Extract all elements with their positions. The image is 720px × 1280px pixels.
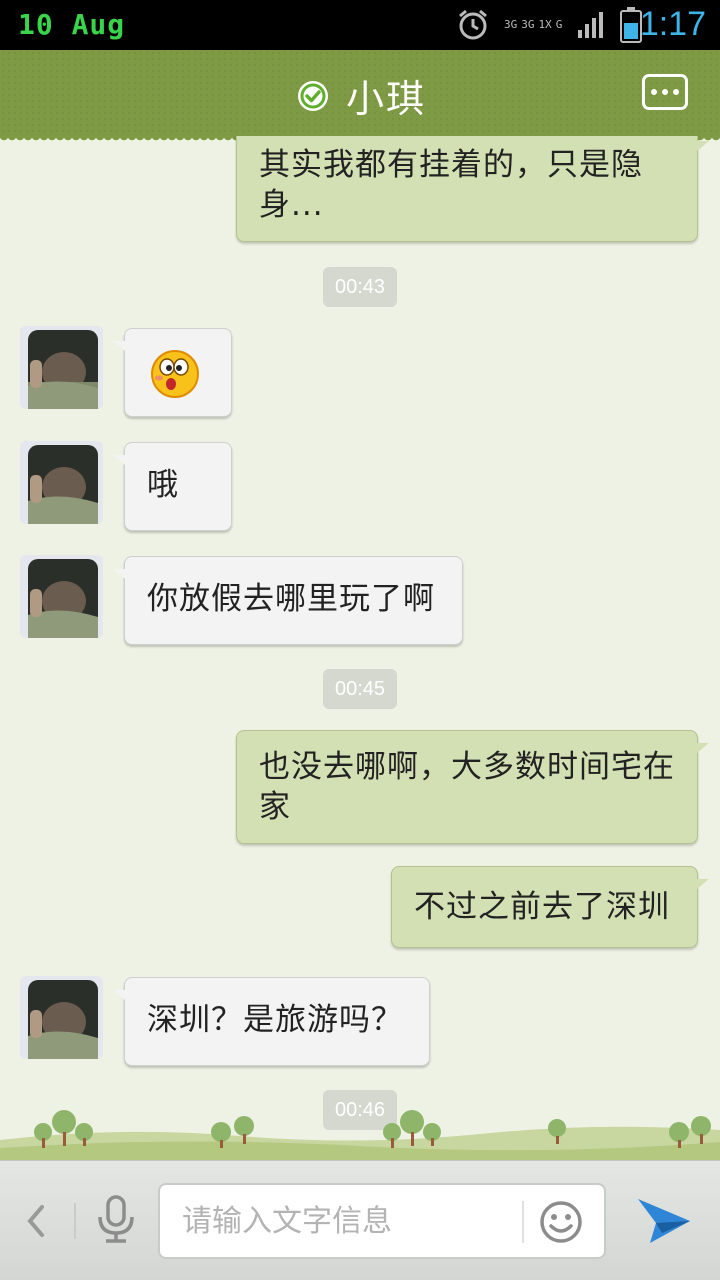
network-label-1: 3G — [504, 18, 518, 31]
message-text: 哦 — [147, 467, 179, 503]
message-text: 不过之前去了深圳 — [414, 889, 670, 925]
avatar-image — [20, 976, 103, 1059]
avatar[interactable] — [20, 441, 103, 524]
message-text: 其实我都有挂着的，只是隐身... — [259, 147, 643, 223]
network-label-4: G — [555, 18, 563, 31]
message-outgoing[interactable]: 不过之前去了深圳 — [391, 866, 709, 948]
status-icons: 3G 3G 1X G — [456, 7, 643, 43]
message-incoming[interactable]: 你放假去哪里玩了啊 — [113, 556, 463, 645]
field-divider — [522, 1201, 524, 1243]
send-icon — [638, 1199, 690, 1243]
avatar[interactable] — [20, 976, 103, 1059]
more-options-icon — [651, 89, 657, 95]
dot — [662, 89, 668, 95]
avatar-image — [20, 441, 103, 524]
network-label-3: 1X — [538, 18, 552, 31]
send-button[interactable] — [636, 1195, 692, 1251]
message-input[interactable] — [182, 1199, 512, 1243]
message-incoming[interactable] — [113, 328, 232, 417]
avatar-image — [20, 326, 103, 409]
message-incoming[interactable]: 深圳？是旅游吗？ — [113, 977, 430, 1066]
time-stamp: 00:43 — [323, 267, 397, 307]
alarm-icon — [459, 9, 487, 40]
avatar-image — [20, 555, 103, 638]
title-wrap: 小琪 — [296, 68, 426, 123]
emoji-button[interactable] — [538, 1199, 584, 1249]
time-stamp: 00:45 — [323, 669, 397, 709]
dot — [673, 89, 679, 95]
page-title: 小琪 — [346, 77, 427, 121]
more-options-button[interactable] — [642, 74, 688, 110]
avatar[interactable] — [20, 326, 103, 409]
status-date: 10 Aug — [18, 8, 126, 41]
message-incoming[interactable]: 哦 — [113, 442, 232, 531]
surprised-emoji-icon — [151, 350, 199, 398]
composer-bar — [0, 1160, 720, 1280]
chevron-left-icon — [27, 1205, 44, 1237]
network-indicator: 3G 3G 1X G — [504, 19, 562, 31]
chat-list[interactable]: 其实我都有挂着的，只是隐身... 00:43 哦 你放假去哪里玩了啊 00:45… — [0, 136, 720, 1160]
back-button[interactable] — [24, 1201, 48, 1245]
status-time: 1:17 — [639, 5, 706, 43]
avatar[interactable] — [20, 555, 103, 638]
voice-button[interactable] — [94, 1195, 138, 1249]
status-bar: 10 Aug 3G 3G 1X G 1:17 — [0, 0, 720, 50]
network-label-2: 3G — [521, 18, 535, 31]
signal-icon — [578, 12, 604, 38]
chat-header: 小琪 — [0, 50, 720, 142]
message-outgoing[interactable]: 也没去哪啊，大多数时间宅在家 — [236, 730, 709, 844]
message-outgoing[interactable]: 其实我都有挂着的，只是隐身... — [236, 136, 709, 242]
check-circle-icon — [298, 80, 328, 111]
divider — [74, 1203, 76, 1239]
landscape-decoration — [0, 1110, 720, 1162]
message-text: 深圳？是旅游吗？ — [147, 1002, 403, 1038]
microphone-icon — [98, 1195, 134, 1243]
smiley-icon — [540, 1201, 582, 1243]
message-text: 也没去哪啊，大多数时间宅在家 — [259, 749, 675, 825]
message-input-field[interactable] — [158, 1183, 606, 1259]
message-text: 你放假去哪里玩了啊 — [147, 581, 435, 617]
